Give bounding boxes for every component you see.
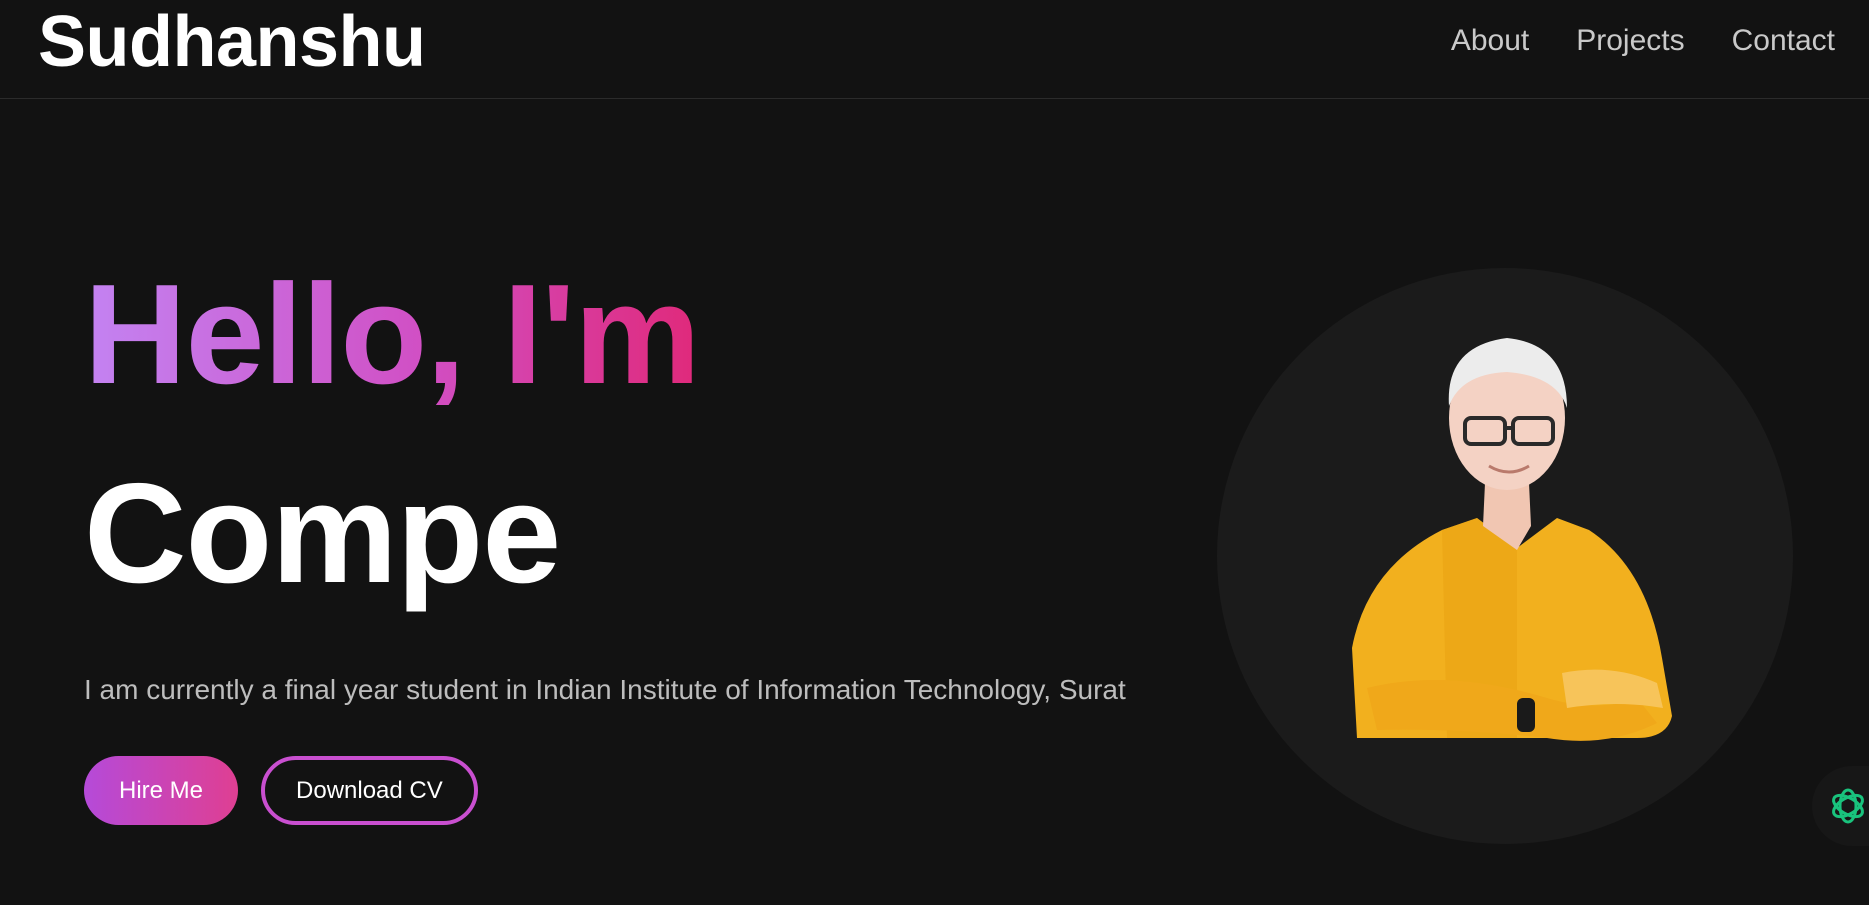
navbar: Sudhanshu About Projects Contact: [0, 0, 1869, 99]
hero-bio: I am currently a final year student in I…: [84, 674, 1126, 705]
nav-link-about[interactable]: About: [1451, 18, 1529, 64]
portrait-frame: [1217, 268, 1793, 844]
openai-knot-icon: [1832, 788, 1864, 824]
nav-link-projects[interactable]: Projects: [1576, 18, 1684, 64]
assistant-launcher[interactable]: [1812, 766, 1869, 846]
hire-me-button[interactable]: Hire Me: [84, 756, 239, 825]
hero-intro: Hello, I'm Compe I am currently a final …: [84, 250, 1234, 825]
hero-greeting: Hello, I'm: [84, 250, 701, 420]
nav-links: About Projects Contact: [1451, 18, 1835, 64]
download-cv-button[interactable]: Download CV: [261, 756, 478, 825]
hero-actions: Hire Me Download CV: [84, 756, 1234, 825]
brand-logo[interactable]: Sudhanshu: [38, 2, 426, 82]
profile-photo: [1352, 338, 1672, 741]
nav-link-contact[interactable]: Contact: [1732, 18, 1835, 64]
hero-typed-role: Compe: [84, 454, 561, 613]
